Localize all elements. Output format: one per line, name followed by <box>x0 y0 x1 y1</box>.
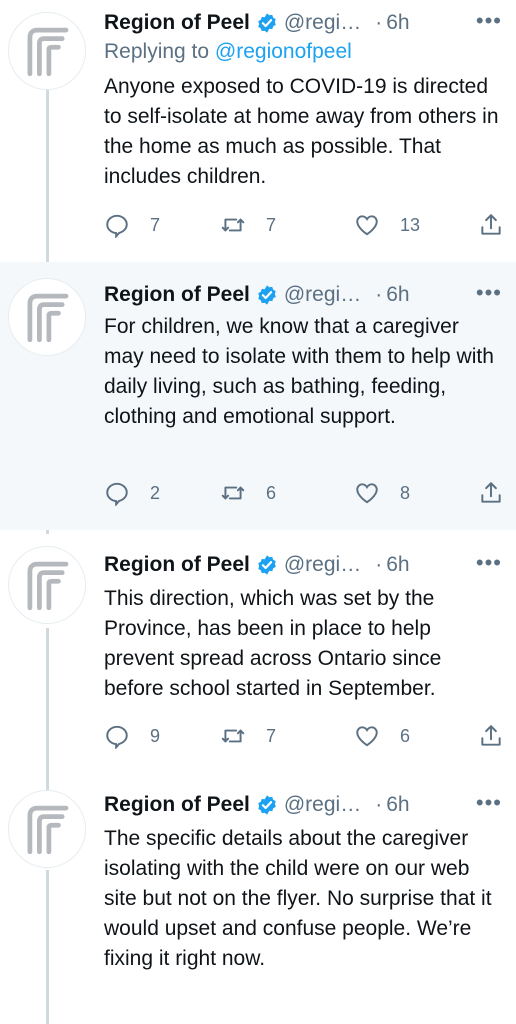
tweet[interactable]: Region of Peel @regi… · 6h ••• This dire… <box>0 530 516 788</box>
tweet-text: For children, we know that a caregiver m… <box>104 315 494 428</box>
timestamp[interactable]: 6h <box>386 553 409 577</box>
avatar[interactable] <box>8 278 86 356</box>
retweet-count: 7 <box>266 214 277 235</box>
tweet[interactable]: Region of Peel @regi… · 6h ••• The speci… <box>0 788 516 1024</box>
author-name[interactable]: Region of Peel <box>104 553 250 577</box>
retweet-icon <box>221 729 245 743</box>
reply-icon <box>106 214 128 238</box>
separator-dot: · <box>375 793 383 816</box>
more-options-icon[interactable]: ••• <box>476 790 502 816</box>
tweet-actions: 9 7 6 <box>104 723 504 753</box>
more-options-icon[interactable]: ••• <box>476 550 502 576</box>
more-options-icon[interactable]: ••• <box>476 8 502 34</box>
verified-badge-icon <box>258 13 276 33</box>
verified-badge-icon <box>258 285 276 305</box>
share-icon <box>481 214 501 235</box>
retweet-count: 7 <box>266 725 277 746</box>
avatar[interactable] <box>8 12 86 90</box>
share-button[interactable] <box>478 480 504 506</box>
share-button[interactable] <box>478 212 504 238</box>
separator-dot: · <box>375 553 383 576</box>
replying-to-link[interactable]: @regionofpeel <box>215 40 352 63</box>
author-name[interactable]: Region of Peel <box>104 11 250 35</box>
author-name[interactable]: Region of Peel <box>104 793 250 817</box>
like-button[interactable]: 6 <box>354 723 410 749</box>
reply-icon <box>106 725 128 749</box>
author-handle[interactable]: @regi… <box>284 11 361 35</box>
verified-badge-icon <box>258 555 276 575</box>
reply-button[interactable]: 7 <box>104 212 160 238</box>
separator-dot: · <box>375 283 383 306</box>
reply-count: 9 <box>150 725 161 746</box>
tweet[interactable]: Region of Peel @regi… · 6h ••• For child… <box>0 262 516 530</box>
replying-to: Replying to @regionofpeel <box>104 40 352 64</box>
retweet-button[interactable]: 7 <box>220 212 276 238</box>
region-of-peel-logo <box>27 27 69 77</box>
like-count: 8 <box>400 482 411 503</box>
like-count: 6 <box>400 725 411 746</box>
share-icon <box>481 482 501 503</box>
retweet-button[interactable]: 6 <box>220 480 276 506</box>
author-handle[interactable]: @regi… <box>284 793 361 817</box>
heart-icon <box>356 483 378 504</box>
reply-button[interactable]: 9 <box>104 723 160 749</box>
region-of-peel-logo <box>27 561 69 611</box>
more-options-icon[interactable]: ••• <box>476 280 502 306</box>
timestamp[interactable]: 6h <box>386 793 409 817</box>
tweet-text: The specific details about the caregiver… <box>104 827 492 970</box>
reply-count: 2 <box>150 482 161 503</box>
tweet-text: This direction, which was set by the Pro… <box>104 587 442 700</box>
tweet-text: Anyone exposed to COVID-19 is directed t… <box>104 75 499 188</box>
retweet-icon <box>221 486 245 500</box>
author-name[interactable]: Region of Peel <box>104 283 250 307</box>
reply-icon <box>106 482 128 506</box>
timestamp[interactable]: 6h <box>386 11 409 35</box>
like-count: 13 <box>400 214 421 235</box>
verified-badge-icon <box>258 795 276 815</box>
timestamp[interactable]: 6h <box>386 283 409 307</box>
retweet-count: 6 <box>266 482 277 503</box>
tweet[interactable]: Region of Peel @regi… · 6h ••• Replying … <box>0 0 516 262</box>
avatar[interactable] <box>8 790 86 868</box>
tweet-actions: 2 6 8 <box>104 480 504 510</box>
share-button[interactable] <box>478 723 504 749</box>
region-of-peel-logo <box>27 805 69 855</box>
retweet-button[interactable]: 7 <box>220 723 276 749</box>
author-handle[interactable]: @regi… <box>284 553 361 577</box>
reply-count: 7 <box>150 214 161 235</box>
reply-button[interactable]: 2 <box>104 480 160 506</box>
retweet-icon <box>221 218 245 232</box>
tweet-actions: 7 7 13 <box>104 212 504 242</box>
heart-icon <box>356 726 378 747</box>
separator-dot: · <box>375 11 383 34</box>
share-icon <box>481 725 501 746</box>
region-of-peel-logo <box>27 293 69 343</box>
author-handle[interactable]: @regi… <box>284 283 361 307</box>
like-button[interactable]: 8 <box>354 480 410 506</box>
avatar[interactable] <box>8 546 86 624</box>
like-button[interactable]: 13 <box>354 212 420 238</box>
replying-to-label: Replying to <box>104 40 210 63</box>
heart-icon <box>356 215 378 236</box>
